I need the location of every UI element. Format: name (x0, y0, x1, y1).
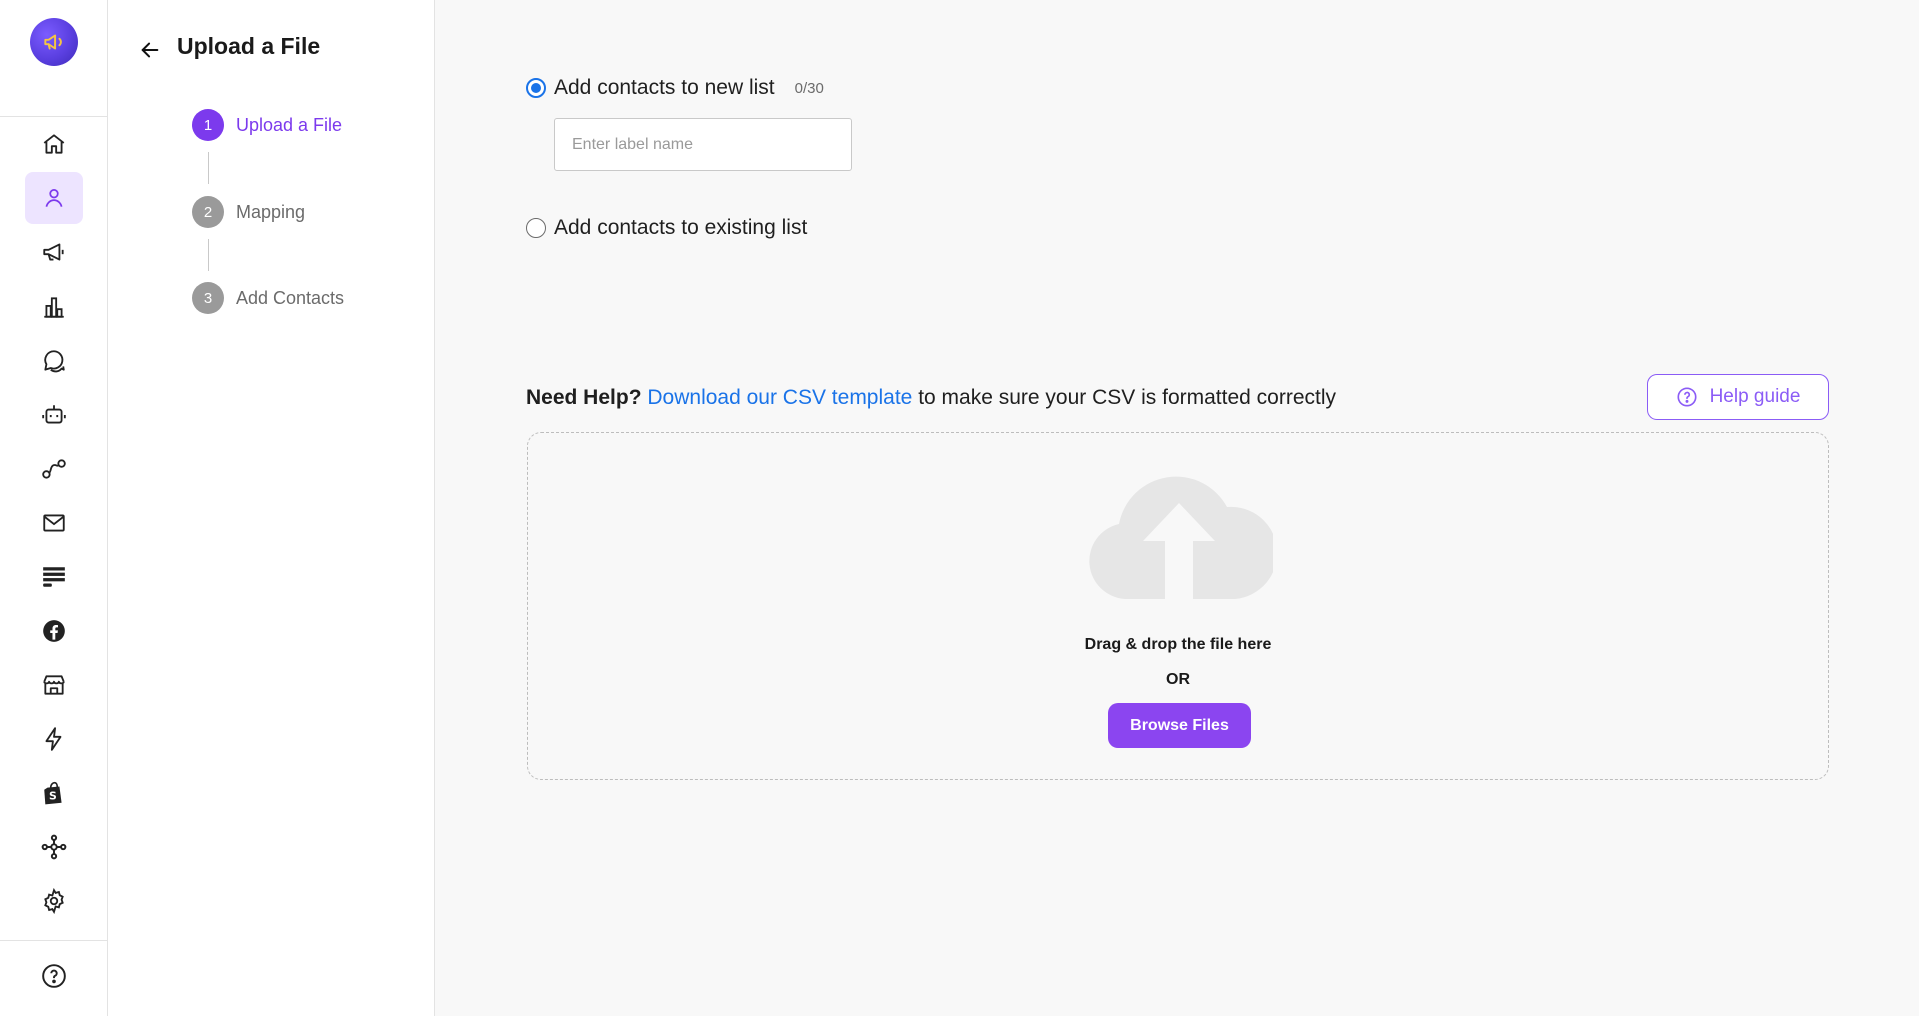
page-title: Upload a File (177, 33, 321, 59)
icon-rail: S (0, 0, 108, 1016)
step-upload: 1 Upload a File (192, 109, 342, 141)
existing-list-label: Add contacts to existing list (554, 216, 808, 239)
label-name-input[interactable] (554, 118, 852, 171)
step-connector (208, 239, 209, 271)
megaphone-logo-icon (44, 34, 62, 50)
help-heading: Need Help? (526, 386, 642, 409)
rail-home[interactable] (25, 118, 83, 170)
back-button[interactable] (136, 36, 164, 64)
help-guide-button[interactable]: Help guide (1647, 374, 1829, 420)
browse-files-button[interactable]: Browse Files (1108, 703, 1251, 748)
step-number: 3 (192, 282, 224, 314)
rail-divider-bottom (0, 940, 107, 941)
rail-shopify[interactable]: S (25, 767, 83, 819)
rail-forms[interactable] (25, 551, 83, 603)
rail-email[interactable] (25, 497, 83, 549)
new-list-option[interactable]: Add contacts to new list 0/30 (526, 76, 824, 100)
forms-icon (43, 567, 65, 587)
csv-template-link[interactable]: Download our CSV template (647, 386, 912, 409)
step-mapping: 2 Mapping (192, 196, 305, 228)
existing-list-option[interactable]: Add contacts to existing list (526, 216, 807, 240)
new-list-radio[interactable] (526, 78, 546, 98)
step-connector (208, 152, 209, 184)
cloud-upload-icon (1089, 476, 1273, 599)
step-label: Mapping (236, 201, 306, 222)
svg-text:S: S (49, 790, 57, 803)
home-icon (43, 134, 65, 154)
rail-chat[interactable] (25, 335, 83, 387)
file-dropzone[interactable]: Drag & drop the file here OR Browse File… (527, 432, 1829, 780)
step-label: Add Contacts (236, 287, 345, 308)
question-circle-icon (1677, 387, 1697, 407)
bar-chart-icon (44, 297, 64, 318)
store-icon (43, 675, 65, 695)
rail-store[interactable] (25, 659, 83, 711)
or-text: OR (1166, 671, 1190, 688)
rail-settings[interactable] (25, 875, 83, 927)
flow-icon (42, 459, 66, 479)
drag-drop-text: Drag & drop the file here (1084, 636, 1272, 653)
shopify-icon: S (44, 781, 62, 805)
facebook-icon (43, 620, 65, 642)
help-guide-label: Help guide (1709, 386, 1801, 407)
char-counter: 0/30 (794, 79, 824, 97)
step-number: 2 (192, 196, 224, 228)
step-label: Upload a File (236, 114, 343, 135)
integrations-icon (41, 834, 67, 860)
existing-list-radio[interactable] (526, 218, 546, 238)
steps-panel: Upload a File 1 Upload a File 2 Mapping … (108, 0, 435, 1016)
arrow-left-icon (141, 42, 159, 58)
lightning-icon (45, 727, 62, 751)
contacts-icon (45, 189, 63, 207)
rail-campaigns[interactable] (25, 226, 83, 278)
rail-bot[interactable] (25, 389, 83, 441)
help-description: to make sure your CSV is formatted corre… (912, 386, 1336, 409)
megaphone-icon (43, 243, 64, 261)
bot-icon (42, 405, 66, 424)
help-icon (42, 964, 66, 988)
rail-flows[interactable] (25, 443, 83, 495)
step-add-contacts: 3 Add Contacts (192, 282, 344, 314)
app-logo[interactable] (30, 18, 78, 66)
gear-icon (44, 888, 64, 914)
rail-analytics[interactable] (25, 281, 83, 333)
new-list-label: Add contacts to new list (554, 76, 775, 99)
help-text: Need Help? Download our CSV template to … (526, 386, 1336, 410)
rail-divider-top (0, 116, 107, 117)
step-number: 1 (192, 109, 224, 141)
rail-automation[interactable] (25, 713, 83, 765)
rail-facebook[interactable] (25, 605, 83, 657)
chat-icon (44, 350, 65, 373)
mail-icon (43, 514, 65, 532)
rail-integrations[interactable] (25, 821, 83, 873)
main-content: Add contacts to new list 0/30 Add contac… (436, 0, 1919, 1016)
rail-contacts[interactable] (25, 172, 83, 224)
rail-help[interactable] (25, 950, 83, 1002)
